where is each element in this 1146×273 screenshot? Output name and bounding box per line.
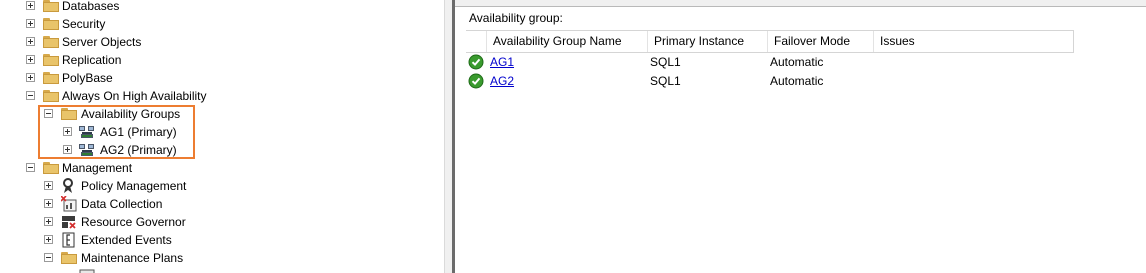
tree-item-label: Maintenance Plans [81,251,184,265]
healthy-check-icon [468,54,484,70]
folder-icon [43,162,59,174]
folder-icon [61,252,77,264]
folder-icon [43,72,59,84]
object-explorer-tree: Databases Security Server Objects Replic… [0,0,444,273]
tree-item-partial [0,267,440,273]
tree-item-resource-governor[interactable]: Resource Governor [0,213,440,231]
resource-governor-icon [62,216,76,229]
tree-item-label: Replication [62,53,122,67]
collapse-icon[interactable] [44,253,53,262]
expand-icon[interactable] [26,73,35,82]
table-row[interactable]: AG2 SQL1 Automatic [466,72,1074,91]
column-header-primary-instance[interactable]: Primary Instance [647,31,767,52]
tree-item-label: PolyBase [62,71,113,85]
expand-icon[interactable] [26,37,35,46]
column-header-issues[interactable]: Issues [873,31,1073,52]
tree-item-management[interactable]: Management [0,159,440,177]
ag-name-link[interactable]: AG1 [490,53,514,72]
tree-item-label: Always On High Availability [62,89,207,103]
tree-item-databases[interactable]: Databases [0,0,440,15]
grid-header: Availability Group Name Primary Instance… [466,30,1074,53]
tree-item-extended-events[interactable]: Extended Events [0,231,440,249]
tree-item-label: Server Objects [62,35,142,49]
availability-group-grid: Availability Group Name Primary Instance… [466,30,1074,91]
tree-item-label: Extended Events [81,233,172,247]
primary-instance-cell: SQL1 [650,74,681,88]
folder-icon [43,54,59,66]
tree-item-security[interactable]: Security [0,15,440,33]
tree-item-polybase[interactable]: PolyBase [0,69,440,87]
tree-item-label: Policy Management [81,179,187,193]
tree-item-server-objects[interactable]: Server Objects [0,33,440,51]
failover-mode-cell: Automatic [770,55,824,69]
healthy-check-icon [468,73,484,89]
tree-item-label: Databases [62,0,120,13]
ag-name-link[interactable]: AG2 [490,72,514,91]
section-title: Availability group: [469,11,563,25]
collapse-icon[interactable] [26,163,35,172]
tree-item-label: Resource Governor [81,215,186,229]
folder-icon [43,0,59,12]
primary-instance-cell: SQL1 [650,55,681,69]
folder-icon [43,36,59,48]
collapse-icon[interactable] [26,91,35,100]
tree-item-policy-management[interactable]: Policy Management [0,177,440,195]
extended-events-icon [62,232,75,248]
policy-management-icon [63,178,73,193]
expand-icon[interactable] [44,235,53,244]
expand-icon[interactable] [26,19,35,28]
expand-icon[interactable] [26,1,35,10]
tree-item-always-on[interactable]: Always On High Availability [0,87,440,105]
column-header-failover-mode[interactable]: Failover Mode [767,31,873,52]
tree-item-maintenance-plans[interactable]: Maintenance Plans [0,249,440,267]
expand-icon[interactable] [26,55,35,64]
failover-mode-cell: Automatic [770,74,824,88]
folder-icon [43,90,59,102]
folder-icon [43,18,59,30]
tree-item-label: Data Collection [81,197,163,211]
tree-item-data-collection[interactable]: Data Collection [0,195,440,213]
details-toolbar [455,0,1146,7]
tree-item-replication[interactable]: Replication [0,51,440,69]
column-header-name[interactable]: Availability Group Name [486,31,647,52]
pane-splitter[interactable] [444,0,455,273]
data-collection-icon [61,196,77,212]
details-pane: Availability group: Availability Group N… [455,0,1146,273]
expand-icon[interactable] [44,199,53,208]
tree-item-label: Management [62,161,133,175]
availability-groups-highlight [38,105,195,159]
table-row[interactable]: AG1 SQL1 Automatic [466,53,1074,72]
tree-item-label: Security [62,17,106,31]
expand-icon[interactable] [44,217,53,226]
maintenance-plan-icon [79,269,95,273]
expand-icon[interactable] [44,181,53,190]
